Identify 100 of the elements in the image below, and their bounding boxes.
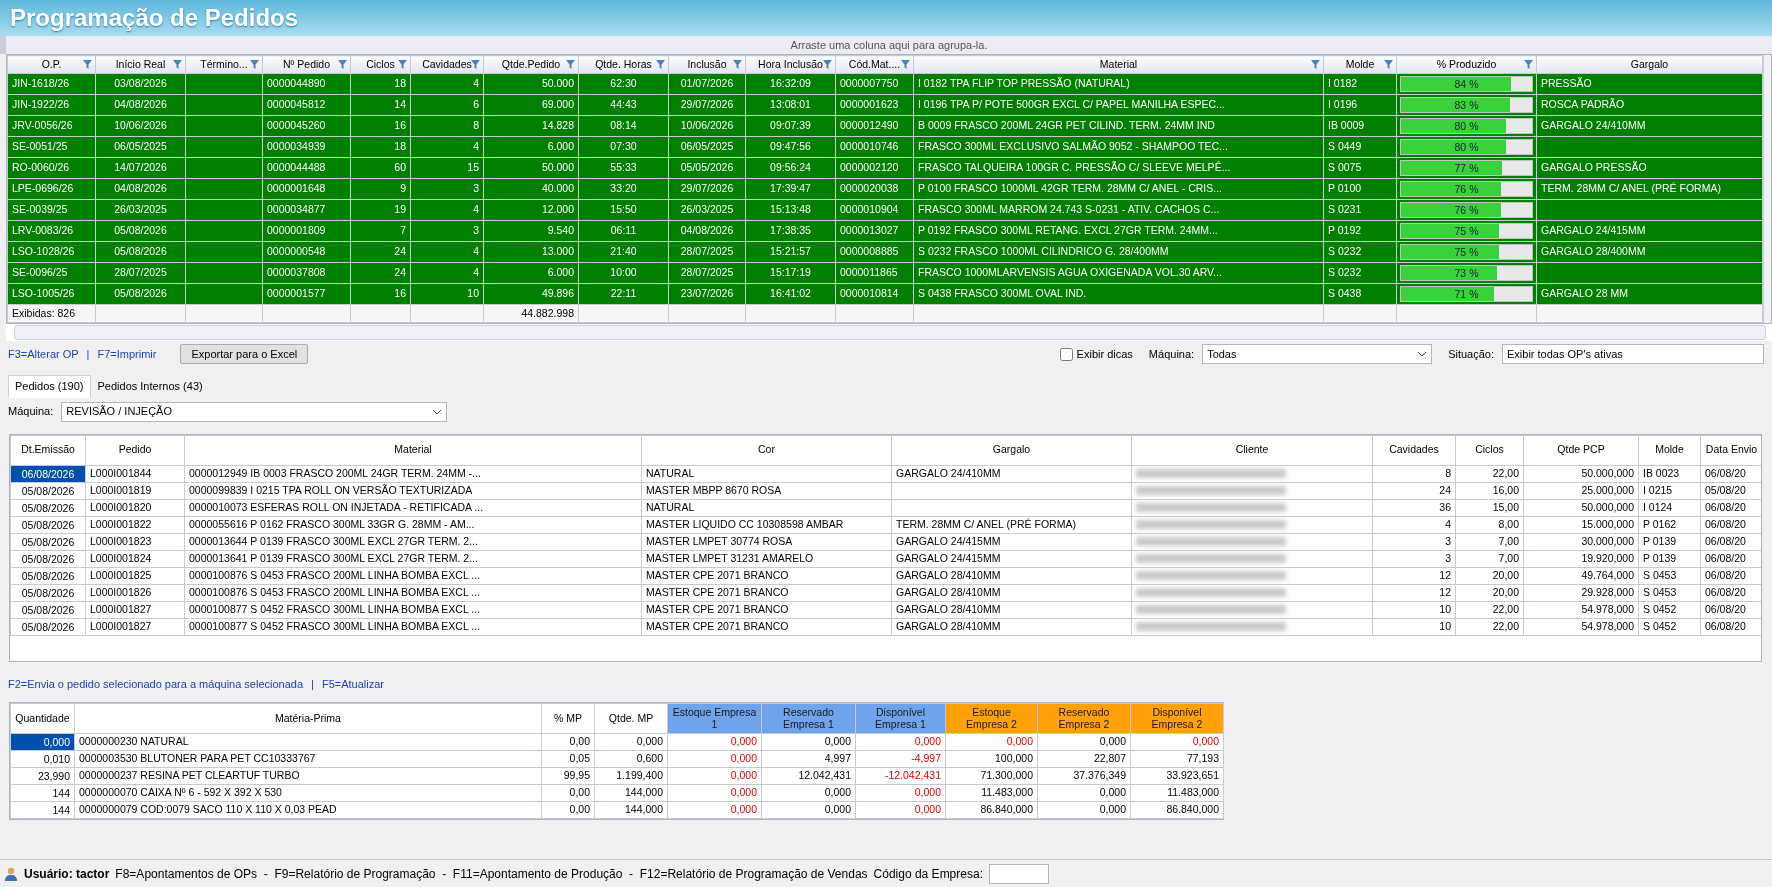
column-header[interactable]: Qtde.Pedido: [483, 55, 579, 74]
user-label: Usuário: tactor: [24, 865, 110, 883]
filter-icon[interactable]: [338, 60, 347, 69]
shortcut-link[interactable]: F7=Imprimir: [97, 345, 157, 363]
table-cell: L000I001825: [85, 567, 185, 584]
tab[interactable]: Pedidos Internos (43): [90, 375, 210, 398]
vertical-scrollbar[interactable]: [1763, 55, 1771, 323]
column-header[interactable]: Material: [913, 55, 1324, 74]
table-cell: GARGALO 28/410MM: [891, 601, 1132, 618]
field-label: Situação:: [1448, 346, 1494, 362]
table-cell-text: 05/08/2026: [20, 568, 76, 583]
table-cell: 20,00: [1455, 567, 1524, 584]
filter-icon[interactable]: [1384, 60, 1393, 69]
table-cell: S 0438 FRASCO 300ML OVAL IND.: [913, 283, 1324, 305]
table-cell: MASTER CPE 2071 BRANCO: [641, 618, 892, 635]
machine-dropdown[interactable]: Todas: [1202, 344, 1433, 364]
column-header[interactable]: Dt.Emissão: [10, 435, 86, 465]
table-cell: 0,000: [761, 784, 856, 802]
filter-icon[interactable]: [1311, 60, 1320, 69]
table-cell: 0,000: [667, 750, 762, 768]
filter-icon[interactable]: [1524, 60, 1533, 69]
column-header[interactable]: Molde: [1323, 55, 1397, 74]
filter-icon[interactable]: [901, 60, 910, 69]
table-cell: SE-0051/25: [7, 136, 96, 158]
column-header[interactable]: Cavidades: [1372, 435, 1456, 465]
column-header[interactable]: % MP: [541, 703, 595, 734]
column-header[interactable]: Gargalo: [1536, 55, 1763, 74]
table-cell: 100,000: [945, 750, 1038, 768]
shortcut-link[interactable]: F2=Envia o pedido selecionado para a máquina selecionada: [8, 675, 304, 692]
column-header[interactable]: Término...: [185, 55, 263, 74]
horizontal-scrollbar[interactable]: [14, 325, 1766, 340]
column-header[interactable]: Cor: [641, 435, 892, 465]
filter-icon[interactable]: [83, 60, 92, 69]
filter-icon[interactable]: [566, 60, 575, 69]
filter-icon[interactable]: [471, 60, 480, 69]
column-header[interactable]: Quantidade: [10, 703, 75, 734]
table-cell: RO-0060/26: [7, 157, 96, 179]
column-header[interactable]: Cavidades: [410, 55, 484, 74]
column-header[interactable]: Data Envio: [1700, 435, 1761, 465]
column-header[interactable]: Nº Pedido: [262, 55, 351, 74]
filter-icon[interactable]: [173, 60, 182, 69]
percent-text: 77 %: [1453, 161, 1480, 175]
filter-icon[interactable]: [250, 60, 259, 69]
filter-icon[interactable]: [733, 60, 742, 69]
tab[interactable]: Pedidos (190): [8, 375, 91, 398]
column-header[interactable]: Matéria-Prima: [74, 703, 542, 734]
caret-icon: [432, 408, 443, 415]
percent-text: 75 %: [1453, 224, 1480, 238]
table-cell: S 0453: [1638, 567, 1701, 584]
checkbox[interactable]: [1059, 347, 1073, 361]
column-header[interactable]: Estoque Empresa 1: [667, 703, 762, 734]
checkbox-label: Exibir dicas: [1076, 346, 1133, 362]
table-cell: 86.840,000: [1130, 801, 1224, 819]
column-header[interactable]: Qtde. Horas: [578, 55, 669, 74]
table-cell: 0,000: [1037, 801, 1131, 819]
column-header[interactable]: Inclusão: [668, 55, 746, 74]
table-cell: TERM. 28MM C/ ANEL (PRÉ FORMA): [891, 516, 1132, 533]
table-cell: 0,000: [855, 733, 946, 751]
table-cell: L000I001844: [85, 465, 185, 482]
column-header[interactable]: Qtde PCP: [1523, 435, 1639, 465]
table-cell: 0000000230 NATURAL: [74, 733, 542, 751]
column-header[interactable]: Cód.Mat....: [835, 55, 914, 74]
table-cell: L000I001824: [85, 550, 185, 567]
column-header[interactable]: Material: [184, 435, 642, 465]
table-cell: S 0452: [1638, 601, 1701, 618]
percent-text: 80 %: [1453, 119, 1480, 133]
company-field[interactable]: [989, 863, 1049, 884]
table-cell: 0,000: [761, 733, 856, 751]
column-header[interactable]: Ciclos: [350, 55, 411, 74]
column-header[interactable]: Hora Inclusão: [745, 55, 836, 74]
filter-icon[interactable]: [823, 60, 832, 69]
filter-icon[interactable]: [398, 60, 407, 69]
table-cell: MASTER LIQUIDO CC 10308598 AMBAR: [641, 516, 892, 533]
table-cell: MASTER LMPET 31231 AMARELO: [641, 550, 892, 567]
filter-icon[interactable]: [656, 60, 665, 69]
table-cell: GARGALO 24/410MM: [1536, 115, 1763, 137]
column-header[interactable]: Reservado Empresa 1: [761, 703, 856, 734]
column-header[interactable]: Qtde. MP: [594, 703, 668, 734]
column-header[interactable]: Início Real: [95, 55, 186, 74]
column-header[interactable]: Pedido: [85, 435, 185, 465]
column-header[interactable]: Disponível Empresa 1: [855, 703, 946, 734]
column-header[interactable]: Cliente: [1131, 435, 1373, 465]
machine-dropdown[interactable]: REVISÃO / INJEÇÃO: [61, 401, 448, 422]
shortcut-link[interactable]: F3=Alterar OP: [8, 345, 79, 363]
table-cell: I 0196 TPA P/ POTE 500GR EXCL C/ PAPEL MANILHA ESPEC...: [913, 94, 1324, 116]
table-cell: 10: [1372, 601, 1456, 618]
column-header[interactable]: % Produzido: [1396, 55, 1537, 74]
column-header[interactable]: Estoque Empresa 2: [945, 703, 1038, 734]
column-header[interactable]: Molde: [1638, 435, 1701, 465]
table-cell: P 0139: [1638, 550, 1701, 567]
table-cell-text: 23,990: [36, 769, 71, 784]
status-field[interactable]: Exibir todas OP's ativas: [1502, 344, 1764, 364]
column-header[interactable]: Ciclos: [1455, 435, 1524, 465]
export-button[interactable]: Exportar para o Excel: [180, 343, 309, 365]
shortcut-link[interactable]: F5=Atualizar: [321, 675, 384, 692]
column-header[interactable]: Gargalo: [891, 435, 1132, 465]
column-header[interactable]: O.P.: [7, 55, 96, 74]
table-cell: 0000000070 CAIXA Nº 6 - 592 X 392 X 530: [74, 784, 542, 802]
column-header[interactable]: Reservado Empresa 2: [1037, 703, 1131, 734]
column-header[interactable]: Disponível Empresa 2: [1130, 703, 1224, 734]
